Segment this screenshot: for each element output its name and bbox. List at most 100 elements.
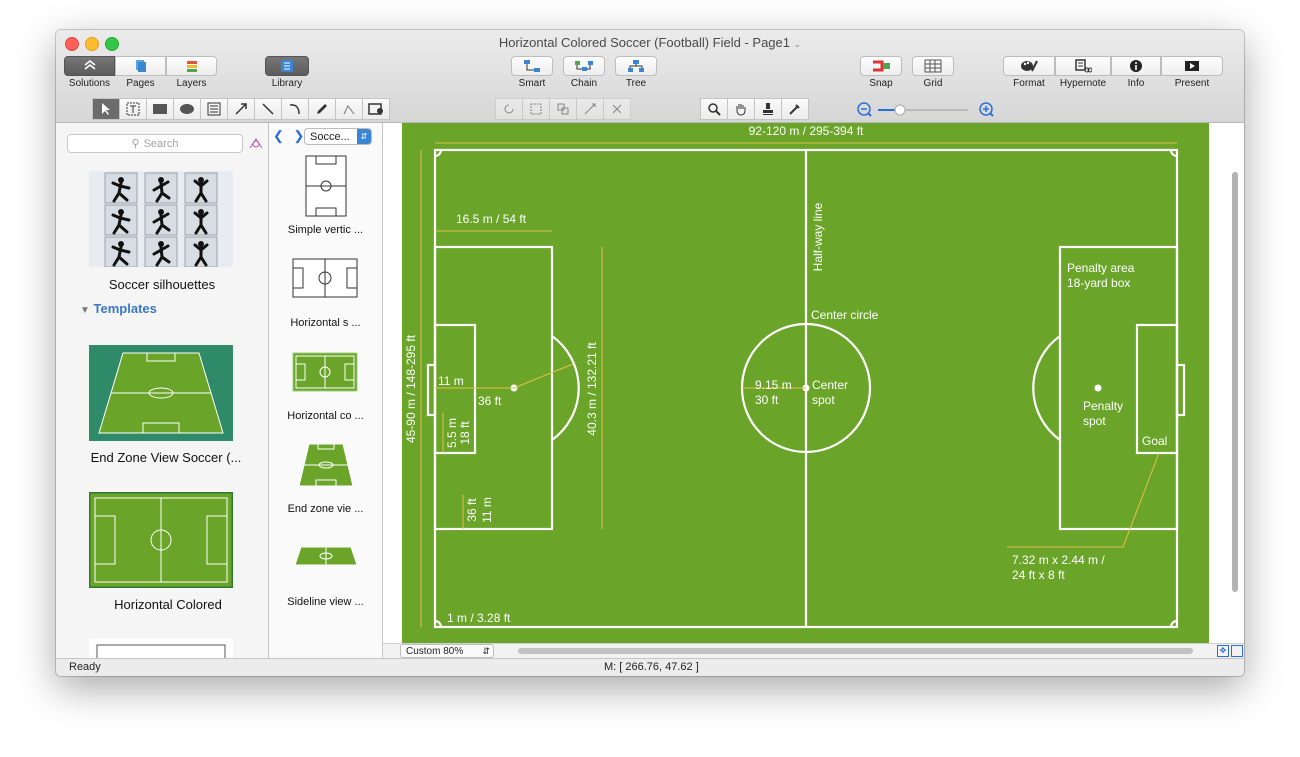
library-item-end-zone[interactable]: [291, 441, 361, 489]
select-tool-button[interactable]: [92, 98, 120, 120]
soccer-silhouettes-thumbnail[interactable]: [89, 171, 233, 267]
ellipse-tool-button[interactable]: [173, 98, 201, 120]
info-label: Info: [1127, 78, 1145, 89]
library-item-horizontal-simple[interactable]: [291, 255, 361, 301]
present-button[interactable]: [1161, 56, 1223, 76]
present-label: Present: [1174, 78, 1210, 89]
zoom-select[interactable]: Custom 80% ⇵: [400, 644, 494, 658]
box-offset-ft-label[interactable]: 36 ft: [465, 498, 479, 522]
chevron-left-icon[interactable]: ❮: [273, 128, 284, 143]
penalty-spot-label-1[interactable]: Penalty: [1083, 399, 1123, 413]
bezier-tool-button[interactable]: [335, 98, 363, 120]
center-spot-label-2[interactable]: spot: [812, 393, 835, 407]
group-tool-button[interactable]: [522, 98, 550, 120]
zoom-out-icon[interactable]: [857, 102, 872, 117]
pages-button[interactable]: [115, 56, 166, 76]
add-point-tool-button[interactable]: [576, 98, 604, 120]
box-offset-m-label[interactable]: 11 m: [480, 497, 494, 523]
halfway-line-label[interactable]: Half-way line: [811, 202, 825, 271]
center-spot-label-1[interactable]: Center: [812, 378, 848, 392]
field-length-label[interactable]: 45-90 m / 148-295 ft: [404, 334, 418, 443]
fit-page-icon[interactable]: ✥: [1217, 645, 1229, 657]
library-dropdown[interactable]: Socce... ⇵: [304, 128, 372, 145]
snap-button[interactable]: [860, 56, 902, 76]
zoom-tool-button[interactable]: [700, 98, 728, 120]
vertical-scroll-thumb[interactable]: [1232, 172, 1238, 592]
line-tool-button[interactable]: [254, 98, 282, 120]
eyedropper-tool-button[interactable]: [781, 98, 809, 120]
silhouette-tile: [184, 172, 218, 204]
horizontal-scroll-thumb[interactable]: [518, 648, 1193, 654]
chevron-right-icon[interactable]: ❯: [294, 128, 305, 143]
info-button[interactable]: [1111, 56, 1161, 76]
actual-size-icon[interactable]: [1231, 645, 1243, 657]
horizontal-colored-template-label[interactable]: Horizontal Colored: [68, 597, 268, 612]
goal-area-ft-label[interactable]: 18 ft: [458, 421, 472, 445]
ungroup-tool-button[interactable]: [549, 98, 577, 120]
end-zone-template-thumbnail[interactable]: [89, 345, 233, 441]
arc-tool-button[interactable]: [281, 98, 309, 120]
mouse-coordinates: M: [ 266.76, 47.62 ]: [604, 661, 699, 673]
penalty-spot-label-2[interactable]: spot: [1083, 414, 1106, 428]
penalty-box-height-label[interactable]: 40.3 m / 132.21 ft: [585, 342, 599, 436]
field-width-label[interactable]: 92-120 m / 295-394 ft: [749, 124, 864, 138]
library-item-simple-vertical-label: Simple vertic ...: [287, 224, 364, 236]
center-circle-label[interactable]: Center circle: [811, 308, 879, 322]
templates-header[interactable]: ▼ Templates: [80, 301, 157, 316]
library-item-horizontal-colored[interactable]: [291, 349, 361, 395]
chevron-down-icon[interactable]: ⌄: [794, 39, 802, 49]
goal-size-label-1[interactable]: 7.32 m x 2.44 m /: [1012, 553, 1105, 567]
horizontal-colored-template-thumbnail[interactable]: [89, 492, 233, 588]
center-radius-ft-label[interactable]: 30 ft: [755, 393, 779, 407]
grid-button[interactable]: [912, 56, 954, 76]
canvas-bottom-bar: Custom 80% ⇵ ✥: [383, 643, 1244, 659]
vertical-scrollbar[interactable]: [1230, 126, 1240, 642]
soccer-silhouettes-label[interactable]: Soccer silhouettes: [62, 277, 262, 292]
end-zone-template-label[interactable]: End Zone View Soccer (...: [66, 450, 266, 465]
corner-radius-label[interactable]: 1 m / 3.28 ft: [447, 611, 511, 625]
templates-header-label: Templates: [93, 301, 157, 316]
grid-icon: [924, 59, 942, 73]
goal-label[interactable]: Goal: [1142, 434, 1167, 448]
penalty-distance-ft-label[interactable]: 36 ft: [478, 394, 502, 408]
tree-button[interactable]: [615, 56, 657, 76]
layers-button[interactable]: [166, 56, 217, 76]
arrow-tool-button[interactable]: [227, 98, 255, 120]
library-item-horizontal-colored-label: Horizontal co ...: [287, 410, 364, 422]
center-radius-m-label[interactable]: 9.15 m: [755, 378, 792, 392]
smart-button[interactable]: [511, 56, 553, 76]
penalty-distance-m-label[interactable]: 11 m: [438, 374, 464, 388]
soccer-field-diagram[interactable]: 92-120 m / 295-394 ft 45-90 m / 148-295 …: [383, 123, 1244, 643]
insert-shape-tool-button[interactable]: [362, 98, 390, 120]
cut-tool-button[interactable]: [603, 98, 631, 120]
text-tool-button[interactable]: [119, 98, 147, 120]
right-penalty-spot[interactable]: [1094, 384, 1102, 392]
hypernote-label: Hypernote: [1059, 78, 1107, 89]
stamp-tool-button[interactable]: [754, 98, 782, 120]
zoom-slider-knob[interactable]: [894, 104, 906, 116]
solutions-button[interactable]: [64, 56, 115, 76]
hypernote-button[interactable]: [1055, 56, 1111, 76]
library-item-simple-vertical[interactable]: [291, 155, 361, 217]
penalty-area-label-1[interactable]: Penalty area: [1067, 261, 1135, 275]
silhouette-tile: [144, 172, 178, 204]
rectangle-tool-button[interactable]: [146, 98, 174, 120]
note-tool-button[interactable]: [200, 98, 228, 120]
next-template-thumbnail[interactable]: [89, 639, 233, 659]
drawing-canvas[interactable]: 92-120 m / 295-394 ft 45-90 m / 148-295 …: [383, 123, 1244, 643]
window-title-text: Horizontal Colored Soccer (Football) Fie…: [498, 35, 790, 50]
search-field[interactable]: ⚲ Search: [67, 134, 243, 153]
goal-area-m-label[interactable]: 5.5 m: [445, 418, 459, 448]
pan-tool-button[interactable]: [727, 98, 755, 120]
penalty-area-label-2[interactable]: 18-yard box: [1067, 276, 1130, 290]
goal-size-label-2[interactable]: 24 ft x 8 ft: [1012, 568, 1065, 582]
rotate-tool-button[interactable]: [495, 98, 523, 120]
penalty-box-width-label[interactable]: 16.5 m / 54 ft: [456, 212, 527, 226]
pen-tool-button[interactable]: [308, 98, 336, 120]
library-item-sideline[interactable]: [291, 541, 361, 571]
library-button[interactable]: [265, 56, 309, 76]
library-search-icon[interactable]: [248, 136, 264, 153]
zoom-in-icon[interactable]: [979, 102, 994, 117]
format-button[interactable]: [1003, 56, 1055, 76]
chain-button[interactable]: [563, 56, 605, 76]
